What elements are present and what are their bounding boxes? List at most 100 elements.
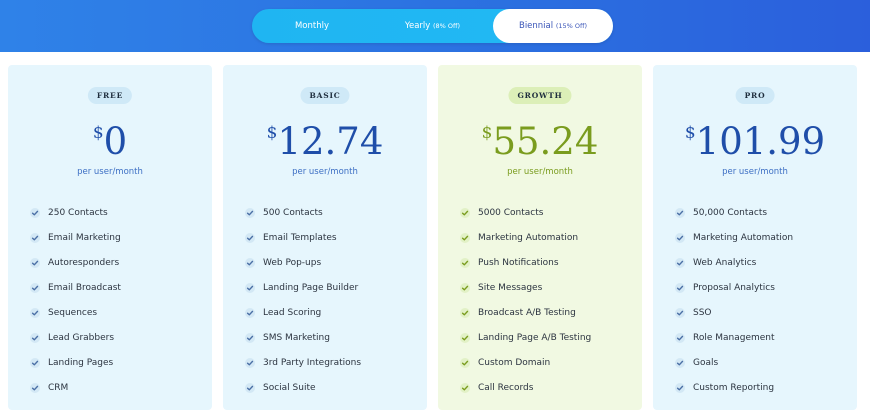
feature-label: Marketing Automation [693,233,794,243]
check-icon [460,232,470,243]
plan-price: $0 [8,120,212,164]
feature-label: Marketing Automation [478,233,579,243]
feature-label: Lead Scoring [263,308,322,318]
feature-item: Marketing Automation [675,230,793,255]
plan-card-free: FREE $0 per user/month 250 Contacts Email… [8,65,212,410]
feature-item: 250 Contacts [30,205,121,230]
feature-item: 500 Contacts [245,205,361,230]
check-icon [675,232,685,243]
feature-item: Web Pop-ups [245,255,361,280]
plan-badge: GROWTH [508,87,572,104]
check-icon [460,307,470,318]
check-icon [675,307,685,318]
check-icon [675,357,685,368]
check-icon [30,207,40,218]
feature-item: Landing Page A/B Testing [460,330,591,355]
feature-item: Call Records [460,380,591,405]
check-icon [460,282,470,293]
check-icon [675,207,685,218]
currency-symbol: $ [92,123,104,143]
price-amount: 101.99 [695,120,826,163]
feature-item: CRM [30,380,121,405]
feature-label: Landing Pages [48,358,114,368]
check-icon [460,207,470,218]
feature-label: Autoresponders [48,258,120,268]
feature-item: Social Suite [245,380,361,405]
check-icon [460,332,470,343]
feature-item: Email Broadcast [30,280,121,305]
feature-label: Goals [693,358,719,368]
check-icon [30,357,40,368]
feature-label: Social Suite [263,383,316,393]
feature-item: Site Messages [460,280,591,305]
price-amount: 0 [103,120,128,163]
plan-price: $55.24 [438,120,642,164]
toggle-discount: (15% Off) [555,22,588,30]
feature-item: Lead Scoring [245,305,361,330]
plan-card-growth: GROWTH $55.24 per user/month 5000 Contac… [438,65,642,410]
billing-period-toggle[interactable]: Monthly Yearly (8% Off) Biennial (15% Of… [252,9,613,43]
check-icon [30,307,40,318]
feature-label: Lead Grabbers [48,333,115,343]
feature-label: Email Broadcast [48,283,121,293]
feature-label: Push Notifications [478,258,559,268]
plan-card-pro: PRO $101.99 per user/month 50,000 Contac… [653,65,857,410]
feature-label: Custom Domain [478,358,551,368]
feature-label: SMS Marketing [263,333,330,343]
feature-label: Site Messages [478,283,543,293]
feature-item: 50,000 Contacts [675,205,793,230]
check-icon [245,282,255,293]
feature-item: Email Marketing [30,230,121,255]
feature-list: 50,000 Contacts Marketing Automation Web A… [675,205,793,405]
feature-item: SSO [675,305,793,330]
feature-item: Landing Page Builder [245,280,361,305]
price-period: per user/month [77,167,143,177]
feature-item: 5000 Contacts [460,205,591,230]
feature-item: 3rd Party Integrations [245,355,361,380]
feature-label: Landing Page Builder [263,283,359,293]
feature-item: Lead Grabbers [30,330,121,355]
feature-label: Role Management [693,333,775,343]
plan-badge: PRO [735,87,775,104]
check-icon [245,357,255,368]
feature-item: Broadcast A/B Testing [460,305,591,330]
check-icon [675,257,685,268]
feature-item: Push Notifications [460,255,591,280]
feature-label: Broadcast A/B Testing [478,308,576,318]
plan-price: $12.74 [223,120,427,164]
feature-item: Web Analytics [675,255,793,280]
feature-list: 5000 Contacts Marketing Automation Push No… [460,205,591,405]
plan-badge: BASIC [300,87,350,104]
feature-label: Email Marketing [48,233,121,243]
check-icon [245,257,255,268]
feature-label: 5000 Contacts [478,208,544,218]
feature-label: Email Templates [263,233,337,243]
feature-item: Custom Reporting [675,380,793,405]
toggle-discount: (8% Off) [433,22,461,30]
feature-label: Web Pop-ups [263,258,322,268]
check-icon [30,232,40,243]
toggle-option-biennial[interactable]: Biennial (15% Off) [493,9,613,43]
feature-label: Landing Page A/B Testing [478,333,592,343]
feature-label: Web Analytics [693,258,757,268]
price-period: per user/month [507,167,573,177]
feature-label: Proposal Analytics [693,283,775,293]
feature-list: 500 Contacts Email Templates Web Pop-ups La… [245,205,361,405]
feature-label: Call Records [478,383,534,393]
currency-symbol: $ [684,123,696,143]
price-amount: 12.74 [277,120,384,163]
price-period: per user/month [722,167,788,177]
check-icon [30,257,40,268]
feature-label: Custom Reporting [693,383,775,393]
check-icon [675,332,685,343]
check-icon [245,332,255,343]
feature-label: 250 Contacts [48,208,108,218]
feature-label: CRM [48,383,69,393]
toggle-option-yearly[interactable]: Yearly (8% Off) [372,9,493,43]
toggle-label: Yearly [404,21,431,31]
check-icon [460,257,470,268]
plan-card-basic: BASIC $12.74 per user/month 500 Contacts… [223,65,427,410]
feature-label: SSO [693,308,712,318]
toggle-option-monthly[interactable]: Monthly [252,9,372,43]
check-icon [245,307,255,318]
